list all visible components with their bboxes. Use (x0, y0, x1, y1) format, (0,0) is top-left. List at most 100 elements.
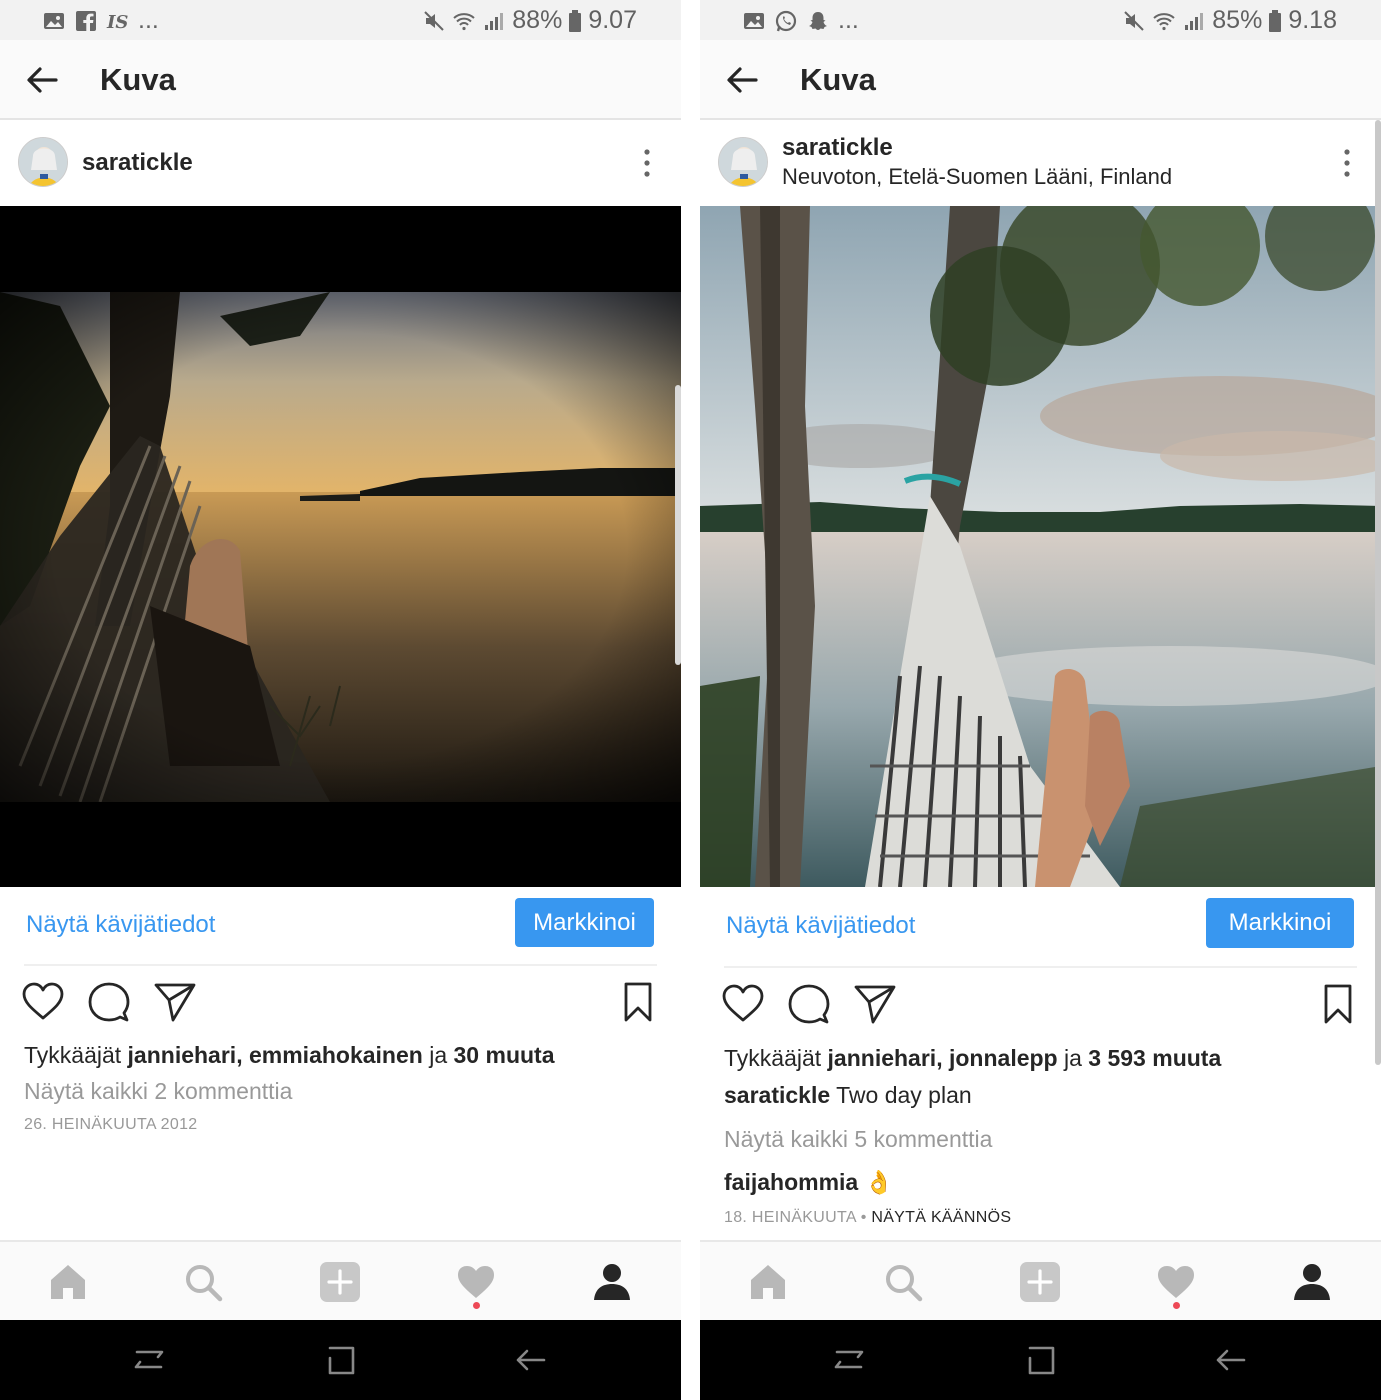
bottom-tab-bar (0, 1240, 681, 1320)
liker-name[interactable]: janniehari, (128, 1042, 243, 1068)
back-arrow-icon[interactable] (22, 60, 62, 100)
whatsapp-icon (774, 9, 798, 33)
recent-apps-icon[interactable] (829, 1340, 869, 1380)
scrollbar[interactable] (675, 385, 681, 665)
view-all-comments-link[interactable]: Näytä kaikki 5 kommenttia (724, 1126, 992, 1153)
likes-and: ja (429, 1042, 448, 1068)
wifi-icon (1152, 9, 1176, 33)
status-time: 9.18 (1288, 6, 1337, 34)
ok-hand-emoji: 👌 (864, 1169, 894, 1195)
post-admin-row: Näytä kävijätiedot Markkinoi (0, 887, 681, 967)
signal-icon (1182, 9, 1206, 33)
search-icon[interactable] (181, 1260, 225, 1304)
app-bar: Kuva (700, 40, 1381, 120)
share-direct-icon[interactable] (153, 980, 197, 1024)
back-arrow-icon[interactable] (722, 60, 762, 100)
recent-apps-icon[interactable] (129, 1340, 169, 1380)
post-actions (700, 982, 1381, 1042)
profile-icon[interactable] (1290, 1260, 1334, 1304)
post-photo[interactable] (700, 206, 1381, 887)
status-more: ... (138, 6, 159, 34)
likes-prefix: Tykkääjät (24, 1042, 122, 1068)
show-translation-link[interactable]: NÄYTÄ KÄÄNNÖS (871, 1209, 1011, 1226)
is-icon: IS (106, 9, 130, 33)
daytime-lake-hammock-image (700, 206, 1381, 887)
comment-icon[interactable] (87, 980, 131, 1024)
share-direct-icon[interactable] (853, 982, 897, 1026)
caption-username[interactable]: saratickle (724, 1082, 830, 1108)
date-separator: • (860, 1209, 867, 1226)
wifi-icon (452, 9, 476, 33)
post-header: saratickle (0, 122, 681, 206)
android-nav-bar (700, 1320, 1381, 1400)
activity-heart-icon[interactable] (454, 1260, 498, 1304)
battery-icon (568, 9, 582, 33)
post-admin-row: Näytä kävijätiedot Markkinoi (700, 887, 1381, 967)
liker-name[interactable]: emmiahokainen (249, 1042, 423, 1068)
promote-button[interactable]: Markkinoi (1206, 898, 1354, 948)
caption-line: saratickle Two day plan (724, 1082, 972, 1109)
more-options-icon[interactable] (639, 146, 655, 180)
snapchat-icon (806, 9, 830, 33)
post-date: 18. HEINÄKUUTA (724, 1209, 856, 1226)
username[interactable]: saratickle (82, 149, 193, 177)
add-post-icon[interactable] (318, 1260, 362, 1304)
profile-icon[interactable] (590, 1260, 634, 1304)
battery-icon (1268, 9, 1282, 33)
mute-icon (422, 9, 446, 33)
svg-text:IS: IS (106, 12, 128, 33)
promote-button[interactable]: Markkinoi (515, 898, 654, 947)
scrollbar[interactable] (1375, 120, 1381, 1065)
post-location[interactable]: Neuvoton, Etelä-Suomen Lääni, Finland (782, 164, 1172, 190)
image-icon (42, 9, 66, 33)
likes-and: ja (1064, 1045, 1082, 1071)
avatar[interactable] (718, 137, 768, 187)
comment-icon[interactable] (787, 982, 831, 1026)
avatar[interactable] (18, 137, 68, 187)
facebook-icon (74, 9, 98, 33)
status-bar: ... 85% 9.18 (700, 0, 1381, 40)
post-date: 26. HEINÄKUUTA 2012 (24, 1116, 198, 1133)
view-insights-link[interactable]: Näytä kävijätiedot (26, 911, 215, 939)
activity-notification-dot (473, 1302, 480, 1309)
image-icon (742, 9, 766, 33)
username[interactable]: saratickle (782, 134, 893, 162)
like-heart-icon[interactable] (721, 982, 765, 1026)
nav-back-icon[interactable] (510, 1340, 550, 1380)
more-options-icon[interactable] (1339, 146, 1355, 180)
home-button-icon[interactable] (320, 1340, 360, 1380)
bookmark-icon[interactable] (616, 980, 660, 1024)
nav-back-icon[interactable] (1210, 1340, 1250, 1380)
likes-line: Tykkääjät janniehari, emmiahokainen ja 3… (24, 1042, 555, 1069)
battery-percent: 88% (512, 6, 563, 34)
app-bar: Kuva (0, 40, 681, 120)
home-icon[interactable] (46, 1260, 90, 1304)
phone-screen-2: ... 85% 9.18 Kuva saratickle Neuvoton, E… (700, 0, 1381, 1400)
mute-icon (1122, 9, 1146, 33)
add-post-icon[interactable] (1018, 1260, 1062, 1304)
home-icon[interactable] (746, 1260, 790, 1304)
comment-line: faijahommia 👌 (724, 1169, 893, 1196)
battery-percent: 85% (1212, 6, 1263, 34)
comment-username[interactable]: faijahommia (724, 1169, 858, 1195)
signal-icon (482, 9, 506, 33)
activity-notification-dot (1173, 1302, 1180, 1309)
likes-line: Tykkääjät janniehari, jonnalepp ja 3 593… (724, 1045, 1221, 1072)
likes-more-link[interactable]: 30 muuta (454, 1042, 555, 1068)
likes-more-link[interactable]: 3 593 muuta (1088, 1045, 1221, 1071)
post-photo[interactable] (0, 206, 681, 887)
home-button-icon[interactable] (1020, 1340, 1060, 1380)
status-more: ... (838, 6, 859, 34)
page-title: Kuva (800, 62, 876, 97)
liker-name[interactable]: jonnalepp (949, 1045, 1058, 1071)
liker-name[interactable]: janniehari, (828, 1045, 943, 1071)
bookmark-icon[interactable] (1316, 982, 1360, 1026)
post-header: saratickle Neuvoton, Etelä-Suomen Lääni,… (700, 122, 1381, 206)
caption-text: Two day plan (836, 1082, 972, 1108)
view-insights-link[interactable]: Näytä kävijätiedot (726, 912, 915, 940)
search-icon[interactable] (881, 1260, 925, 1304)
like-heart-icon[interactable] (21, 980, 65, 1024)
view-all-comments-link[interactable]: Näytä kaikki 2 kommenttia (24, 1078, 292, 1105)
activity-heart-icon[interactable] (1154, 1260, 1198, 1304)
android-nav-bar (0, 1320, 681, 1400)
